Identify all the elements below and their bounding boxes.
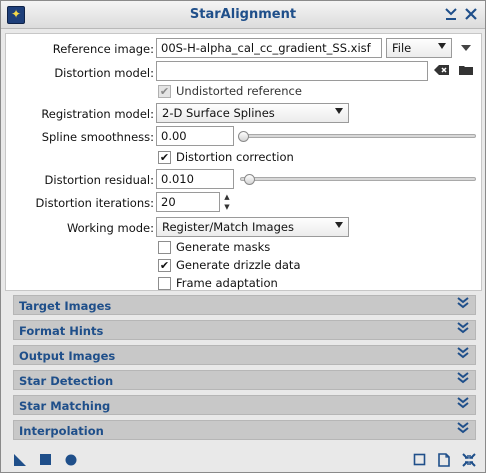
frame-adaptation-checkbox[interactable] [158, 277, 171, 290]
spline-smoothness-slider-handle[interactable] [238, 131, 249, 142]
title-bar[interactable]: StarAlignment [1, 1, 485, 29]
spin-down-icon[interactable]: ▼ [222, 202, 232, 212]
frame-adaptation-label: Frame adaptation [176, 276, 278, 290]
spline-smoothness-input[interactable]: 0.00 [156, 126, 234, 146]
close-icon[interactable] [463, 6, 479, 22]
distortion-correction-label: Distortion correction [176, 150, 294, 164]
section-interpolation[interactable]: Interpolation [13, 420, 476, 440]
parameters-panel: Reference image: 00S-H-alpha_cal_cc_grad… [5, 33, 482, 291]
registration-model-label: Registration model: [41, 107, 154, 121]
distortion-model-label: Distortion model: [54, 66, 154, 80]
section-label: Target Images [19, 299, 112, 313]
reference-source-select[interactable]: File [386, 38, 452, 58]
expand-icon[interactable] [457, 397, 469, 409]
section-label: Star Detection [19, 374, 114, 388]
section-label: Format Hints [19, 324, 104, 338]
registration-model-select[interactable]: 2-D Surface Splines [156, 103, 349, 123]
working-mode-label: Working mode: [66, 221, 154, 235]
distortion-iterations-input[interactable]: 20 [156, 192, 220, 212]
menu-arrow-icon[interactable] [460, 42, 472, 56]
generate-masks-checkbox[interactable] [158, 241, 171, 254]
generate-drizzle-checkbox[interactable]: ✔ [158, 259, 171, 272]
spline-smoothness-label: Spline smoothness: [41, 130, 154, 144]
reference-image-label: Reference image: [52, 42, 154, 56]
reference-image-input[interactable]: 00S-H-alpha_cal_cc_gradient_SS.xisf [156, 38, 382, 58]
section-format-hints[interactable]: Format Hints [13, 320, 476, 340]
expand-icon[interactable] [457, 372, 469, 384]
browse-documentation-icon[interactable] [413, 453, 427, 467]
section-label: Output Images [19, 349, 116, 363]
apply-global-icon[interactable] [39, 453, 53, 467]
distortion-iterations-spinner[interactable]: ▲ ▼ [222, 192, 232, 212]
chevron-down-icon [334, 220, 344, 233]
distortion-correction-checkbox[interactable]: ✔ [158, 151, 171, 164]
chevron-down-icon [334, 106, 344, 119]
distortion-residual-slider[interactable] [240, 177, 476, 181]
expand-icon[interactable] [457, 347, 469, 359]
working-mode-select[interactable]: Register/Match Images [156, 217, 349, 237]
apply-icon[interactable] [64, 453, 78, 467]
spline-smoothness-slider[interactable] [240, 134, 476, 138]
clear-icon[interactable] [434, 64, 450, 79]
star-alignment-window: StarAlignment Reference image: 00S-H-alp… [0, 0, 486, 473]
section-label: Star Matching [19, 399, 111, 413]
expand-icon[interactable] [457, 297, 469, 309]
distortion-residual-input[interactable]: 0.010 [156, 169, 234, 189]
new-instance-icon[interactable] [13, 453, 27, 467]
undistorted-reference-label: Undistorted reference [176, 84, 302, 98]
distortion-model-input[interactable] [156, 61, 428, 81]
section-star-matching[interactable]: Star Matching [13, 395, 476, 415]
spin-up-icon[interactable]: ▲ [222, 192, 232, 202]
window-title: StarAlignment [189, 7, 297, 22]
section-label: Interpolation [19, 424, 104, 438]
section-target-images[interactable]: Target Images [13, 295, 476, 315]
collapse-all-icon[interactable] [462, 453, 476, 467]
undistorted-reference-checkbox[interactable]: ✔ [158, 85, 171, 98]
chevron-down-icon [437, 41, 447, 54]
working-mode-value: Register/Match Images [162, 220, 294, 234]
distortion-residual-slider-handle[interactable] [244, 174, 255, 185]
folder-icon[interactable] [459, 64, 473, 79]
generate-masks-label: Generate masks [176, 240, 271, 254]
section-star-detection[interactable]: Star Detection [13, 370, 476, 390]
expand-icon[interactable] [457, 322, 469, 334]
section-output-images[interactable]: Output Images [13, 345, 476, 365]
distortion-residual-label: Distortion residual: [44, 173, 154, 187]
registration-model-value: 2-D Surface Splines [162, 106, 275, 120]
shade-icon[interactable] [443, 6, 459, 22]
generate-drizzle-label: Generate drizzle data [176, 258, 301, 272]
expand-icon[interactable] [457, 422, 469, 434]
distortion-iterations-label: Distortion iterations: [35, 196, 154, 210]
reference-source-value: File [392, 41, 412, 55]
reset-icon[interactable] [437, 453, 451, 467]
